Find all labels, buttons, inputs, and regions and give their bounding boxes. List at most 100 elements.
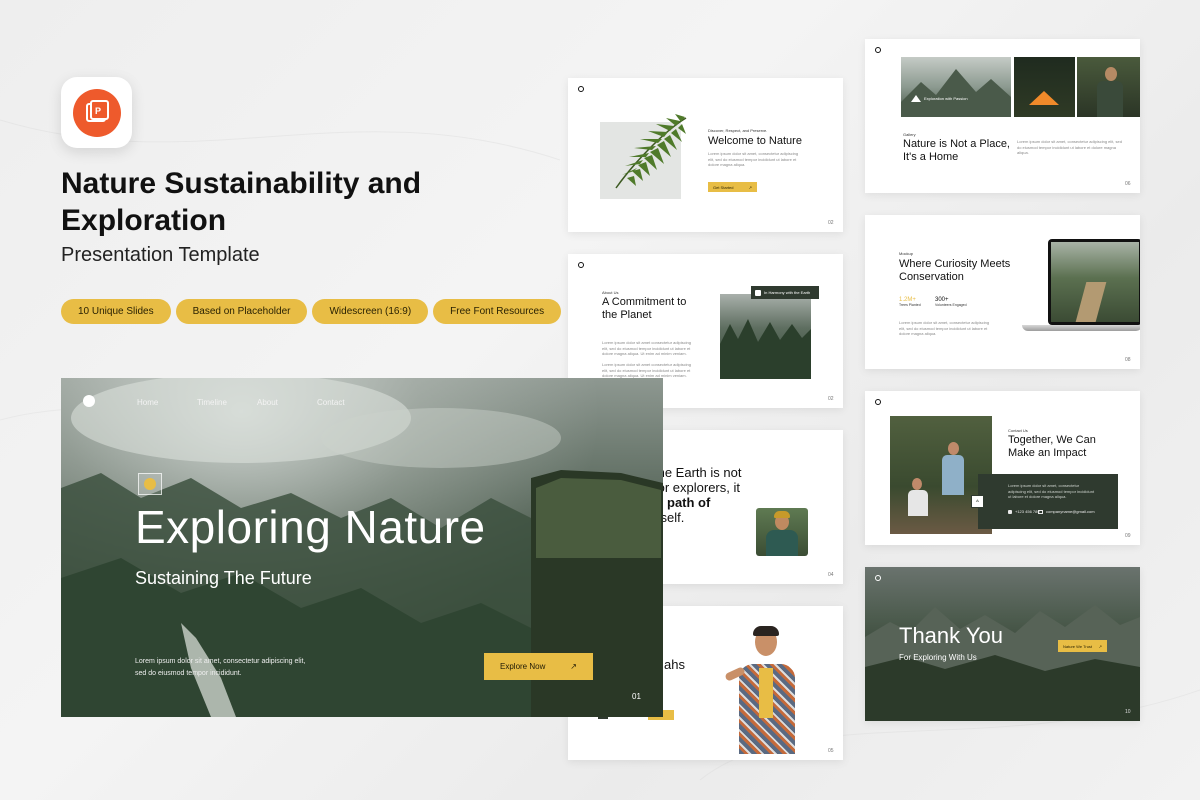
slide-eyebrow: Contact Us <box>1008 428 1028 433</box>
camp-photo <box>1014 57 1075 117</box>
hiker-photo <box>1077 57 1140 117</box>
nav-contact[interactable]: Contact <box>317 398 377 407</box>
slide-title: Where Curiosity Meets Conservation <box>899 258 1011 283</box>
slide-title: Welcome to Nature <box>708 135 802 147</box>
contact-photo <box>890 416 992 534</box>
hero-nav: Home Timeline About Contact <box>137 398 377 407</box>
quote-line-2: for explorers, it <box>654 480 740 495</box>
slide-title: A Commitment to the Planet <box>602 296 687 321</box>
badge-label: In Harmony with the Earth <box>764 290 811 295</box>
caption-label: Exploration with Passion <box>924 96 968 101</box>
slide-dot <box>578 262 584 268</box>
slide-dot <box>578 86 584 92</box>
thanks-title: Thank You <box>899 623 1003 648</box>
contact-email: companyname@gmail.com <box>1038 509 1095 514</box>
button-label: Explore Now <box>500 662 546 671</box>
feature-pills: 10 Unique Slides Based on Placeholder Wi… <box>61 299 562 324</box>
page-number: 01 <box>632 692 641 701</box>
contact-body: Lorem ipsum dolor sit amet, consectetur … <box>1008 483 1095 499</box>
contact-panel: ⟑ Lorem ipsum dolor sit amet, consectetu… <box>971 474 1118 529</box>
slide-dot <box>875 399 881 405</box>
slide-thanks: Thank You For Exploring With Us Nature W… <box>865 567 1140 721</box>
page-number: 02 <box>828 220 834 226</box>
app-icon: P <box>61 77 132 148</box>
mountain-icon <box>755 289 761 296</box>
explorer-portrait <box>756 508 808 556</box>
pill-widescreen: Widescreen (16:9) <box>312 299 429 324</box>
hero-slide: Home Timeline About Contact Exploring Na… <box>61 378 663 717</box>
svg-text:P: P <box>95 106 101 116</box>
nav-home[interactable]: Home <box>137 398 197 407</box>
forest-image <box>720 294 811 379</box>
slide-mockup: Mockup Where Curiosity Meets Conservatio… <box>865 215 1140 369</box>
slide-gallery: Exploration with Passion Gallery Nature … <box>865 39 1140 193</box>
page-title: Nature Sustainability and Exploration <box>61 167 422 237</box>
phone-text: +123 456 789 <box>1015 509 1040 514</box>
slide-contact: Contact Us Together, We Can Make an Impa… <box>865 391 1140 545</box>
mountain-icon <box>911 95 921 102</box>
slide-dot <box>875 47 881 53</box>
leaf-icon <box>615 114 687 189</box>
logo-icon <box>83 395 95 407</box>
hero-body: Lorem ipsum dolor sit amet, consectetur … <box>135 658 306 677</box>
thanks-subtitle: For Exploring With Us <box>899 653 977 662</box>
quote-line-3: path of <box>667 495 711 510</box>
person-figure <box>724 624 813 760</box>
button-label: Get Started <box>713 184 734 190</box>
slide-eyebrow: Mockup <box>899 251 914 256</box>
quote-line-1: the Earth is not <box>654 465 742 480</box>
slide-title: ahs <box>664 657 685 672</box>
mail-icon <box>1038 509 1043 514</box>
page-number: 08 <box>1125 357 1131 363</box>
harmony-badge: In Harmony with the Earth <box>751 286 819 299</box>
page-number: 10 <box>1125 709 1131 715</box>
page-number: 02 <box>828 396 834 402</box>
slide-body: Lorem ipsum dolor sit amet, consectetur … <box>1017 139 1122 155</box>
arrow-up-right-icon: ↗ <box>570 662 577 671</box>
pill-unique-slides: 10 Unique Slides <box>61 299 171 324</box>
stat-label: Volunteers Engaged <box>935 303 967 307</box>
powerpoint-icon: P <box>72 88 121 137</box>
quote-text: the Earth is not for explorers, it path … <box>654 465 741 525</box>
slide-body: Lorem ipsum dolor sit amet, consectetur … <box>708 151 799 167</box>
slide-body: Lorem ipsum dolor sit amet consectetur a… <box>602 340 691 356</box>
pill-placeholder: Based on Placeholder <box>175 299 308 324</box>
leaf-badge-icon <box>138 473 162 495</box>
slide-dot <box>875 575 881 581</box>
slide-body: Lorem ipsum dolor sit amet, consectetur … <box>899 320 990 336</box>
explore-now-button[interactable]: Explore Now ↗ <box>484 653 593 680</box>
arrow-up-right-icon: ↗ <box>748 184 752 190</box>
nav-timeline[interactable]: Timeline <box>197 398 257 407</box>
caption-badge: Exploration with Passion <box>911 95 968 102</box>
logo-icon: ⟑ <box>971 495 984 508</box>
stat-volunteers: 300+ Volunteers Engaged <box>935 297 967 307</box>
nav-about[interactable]: About <box>257 398 317 407</box>
page-subtitle: Presentation Template <box>61 244 260 266</box>
stat-label: Trees Planted <box>899 303 921 307</box>
nature-trust-button[interactable]: Nature We Trust ↗ <box>1058 640 1107 652</box>
slide-eyebrow: About Us <box>602 290 619 295</box>
laptop-mockup <box>1022 239 1140 351</box>
slide-eyebrow: Gallery <box>903 132 916 137</box>
stat-trees: 1.2M+ Trees Planted <box>899 297 921 307</box>
mountain-photo: Exploration with Passion <box>901 57 1011 117</box>
hero-title: Exploring Nature <box>135 501 486 553</box>
page-number: 06 <box>1125 181 1131 187</box>
arrow-up-right-icon: ↗ <box>1098 643 1102 649</box>
slide-welcome: Discover, Respect, and Preserve. Welcome… <box>568 78 843 232</box>
hero-subtitle: Sustaining The Future <box>135 568 312 588</box>
slide-body-2: Lorem ipsum dolor sit amet consectetur a… <box>602 362 691 378</box>
phone-icon <box>1008 509 1012 514</box>
button-label: Nature We Trust <box>1063 643 1093 649</box>
laptop-base <box>1022 325 1140 331</box>
contact-phone: +123 456 789 <box>1008 509 1040 514</box>
get-started-button[interactable]: Get Started ↗ <box>708 182 757 192</box>
page-number: 09 <box>1125 533 1131 539</box>
page-number: 04 <box>828 572 834 578</box>
slide-eyebrow: Discover, Respect, and Preserve. <box>708 128 768 133</box>
page-number: 05 <box>828 748 834 754</box>
pill-fonts: Free Font Resources <box>433 299 562 324</box>
slide-title: Together, We Can Make an Impact <box>1008 434 1096 459</box>
leaf-image <box>600 114 687 199</box>
slide-title: Nature is Not a Place, It's a Home <box>903 138 1010 163</box>
